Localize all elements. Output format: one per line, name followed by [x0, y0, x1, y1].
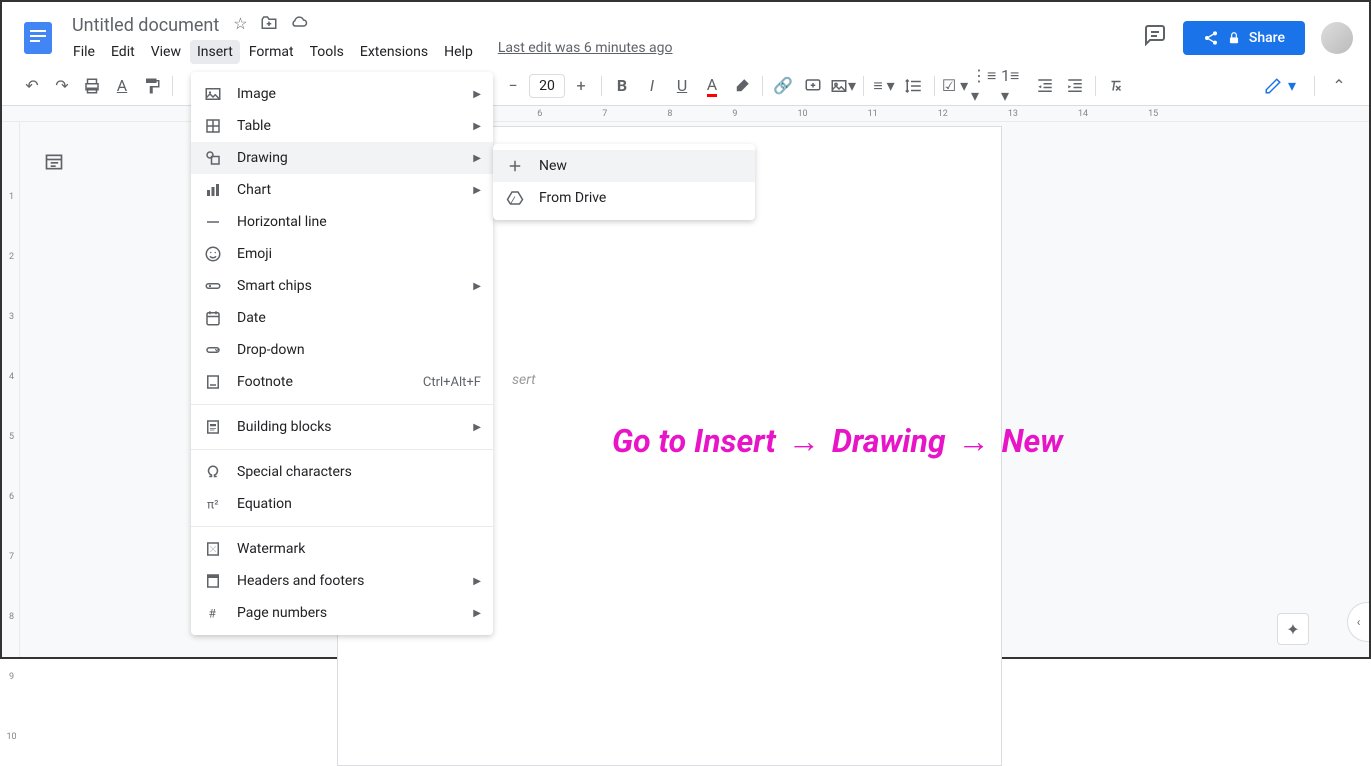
star-icon[interactable]: ☆	[233, 14, 247, 36]
decrease-indent-button[interactable]	[1031, 72, 1059, 100]
hide-menus-button[interactable]: ⌃	[1325, 72, 1353, 100]
chevron-right-icon: ▶	[473, 576, 481, 587]
drive-icon	[505, 188, 525, 208]
insert-building-blocks[interactable]: Building blocks▶	[191, 411, 493, 443]
insert-emoji[interactable]: Emoji	[191, 238, 493, 270]
font-size-plus[interactable]: +	[567, 72, 595, 100]
menu-extensions[interactable]: Extensions	[353, 40, 435, 64]
insert-table[interactable]: Table▶	[191, 110, 493, 142]
line-spacing-button[interactable]	[900, 72, 928, 100]
headers-icon	[203, 571, 223, 591]
bulleted-list-button[interactable]: ⋮≡ ▾	[971, 72, 999, 100]
chevron-right-icon: ▶	[473, 422, 481, 433]
insert-date[interactable]: Date	[191, 302, 493, 334]
page-placeholder-text: sert	[512, 372, 536, 388]
share-button[interactable]: Share	[1183, 21, 1305, 55]
menu-format[interactable]: Format	[242, 40, 301, 64]
insert-horizontal-line[interactable]: Horizontal line	[191, 206, 493, 238]
numbered-list-button[interactable]: 1≡ ▾	[1001, 72, 1029, 100]
add-comment-button[interactable]	[799, 72, 827, 100]
insert-image[interactable]: Image▶	[191, 78, 493, 110]
title-area: Untitled document ☆ FileEditViewInsertFo…	[66, 13, 1143, 64]
insert-equation[interactable]: π²Equation	[191, 488, 493, 520]
header: Untitled document ☆ FileEditViewInsertFo…	[2, 2, 1369, 66]
move-icon[interactable]	[260, 14, 278, 36]
redo-button[interactable]: ↷	[48, 72, 76, 100]
plus-icon	[505, 156, 525, 176]
chevron-right-icon: ▶	[473, 608, 481, 619]
highlight-button[interactable]	[728, 72, 756, 100]
outline-toggle-button[interactable]	[38, 146, 70, 178]
insert-smart-chips[interactable]: Smart chips▶	[191, 270, 493, 302]
document-title[interactable]: Untitled document	[66, 13, 225, 38]
chips-icon	[203, 276, 223, 296]
bold-button[interactable]: B	[608, 72, 636, 100]
dropdown-icon	[203, 340, 223, 360]
text-color-button[interactable]: A	[698, 72, 726, 100]
image-icon	[203, 84, 223, 104]
menu-edit[interactable]: Edit	[104, 40, 142, 64]
insert-menu-dropdown: Image▶Table▶Drawing▶Chart▶Horizontal lin…	[191, 72, 493, 635]
chevron-right-icon: ▶	[473, 89, 481, 100]
insert-chart[interactable]: Chart▶	[191, 174, 493, 206]
watermark-icon	[203, 539, 223, 559]
docs-logo[interactable]	[18, 18, 58, 58]
font-size-input[interactable]: 20	[529, 74, 565, 98]
table-icon	[203, 116, 223, 136]
font-size-minus[interactable]: −	[499, 72, 527, 100]
side-panel-toggle[interactable]: ‹	[1347, 602, 1369, 642]
insert-special-characters[interactable]: Special characters	[191, 456, 493, 488]
print-button[interactable]	[78, 72, 106, 100]
menu-insert[interactable]: Insert	[190, 40, 240, 64]
italic-button[interactable]: I	[638, 72, 666, 100]
comment-history-icon[interactable]	[1143, 23, 1167, 53]
insert-image-button[interactable]: ▾	[829, 72, 857, 100]
insert-page-numbers[interactable]: #Page numbers▶	[191, 597, 493, 629]
footnote-icon	[203, 372, 223, 392]
menu-help[interactable]: Help	[437, 40, 480, 64]
menu-tools[interactable]: Tools	[303, 40, 351, 64]
paint-format-button[interactable]	[138, 72, 166, 100]
cloud-status-icon[interactable]	[290, 14, 308, 36]
chart-icon	[203, 180, 223, 200]
clear-formatting-button[interactable]	[1102, 72, 1130, 100]
drawing-submenu: NewFrom Drive	[493, 144, 755, 220]
menubar: FileEditViewInsertFormatToolsExtensionsH…	[66, 40, 1143, 64]
pagenum-icon: #	[203, 603, 223, 623]
insert-headers-and-footers[interactable]: Headers and footers▶	[191, 565, 493, 597]
explore-button[interactable]: ✦	[1277, 613, 1309, 645]
omega-icon	[203, 462, 223, 482]
drawing-from-drive[interactable]: From Drive	[493, 182, 755, 214]
hr-icon	[203, 212, 223, 232]
undo-button[interactable]: ↶	[18, 72, 46, 100]
blocks-icon	[203, 417, 223, 437]
menu-view[interactable]: View	[144, 40, 188, 64]
align-button[interactable]: ≡ ▾	[870, 72, 898, 100]
chevron-right-icon: ▶	[473, 153, 481, 164]
vertical-ruler[interactable]: 12345678910	[4, 122, 20, 657]
insert-drop-down[interactable]: Drop-down	[191, 334, 493, 366]
svg-text:π²: π²	[207, 498, 219, 512]
underline-button[interactable]: U	[668, 72, 696, 100]
editing-mode-button[interactable]: ▾	[1256, 72, 1304, 99]
menu-file[interactable]: File	[66, 40, 102, 64]
increase-indent-button[interactable]	[1061, 72, 1089, 100]
spellcheck-button[interactable]: A	[108, 72, 136, 100]
checklist-button[interactable]: ☑ ▾	[941, 72, 969, 100]
date-icon	[203, 308, 223, 328]
chevron-right-icon: ▶	[473, 121, 481, 132]
last-edit-link[interactable]: Last edit was 6 minutes ago	[498, 40, 673, 64]
drawing-new[interactable]: New	[493, 150, 755, 182]
insert-footnote[interactable]: FootnoteCtrl+Alt+F	[191, 366, 493, 398]
insert-link-button[interactable]: 🔗	[769, 72, 797, 100]
insert-drawing[interactable]: Drawing▶	[191, 142, 493, 174]
account-avatar[interactable]	[1321, 22, 1353, 54]
insert-watermark[interactable]: Watermark	[191, 533, 493, 565]
chevron-right-icon: ▶	[473, 281, 481, 292]
emoji-icon	[203, 244, 223, 264]
drawing-icon	[203, 148, 223, 168]
svg-text:#: #	[209, 607, 217, 621]
pi-icon: π²	[203, 494, 223, 514]
chevron-right-icon: ▶	[473, 185, 481, 196]
